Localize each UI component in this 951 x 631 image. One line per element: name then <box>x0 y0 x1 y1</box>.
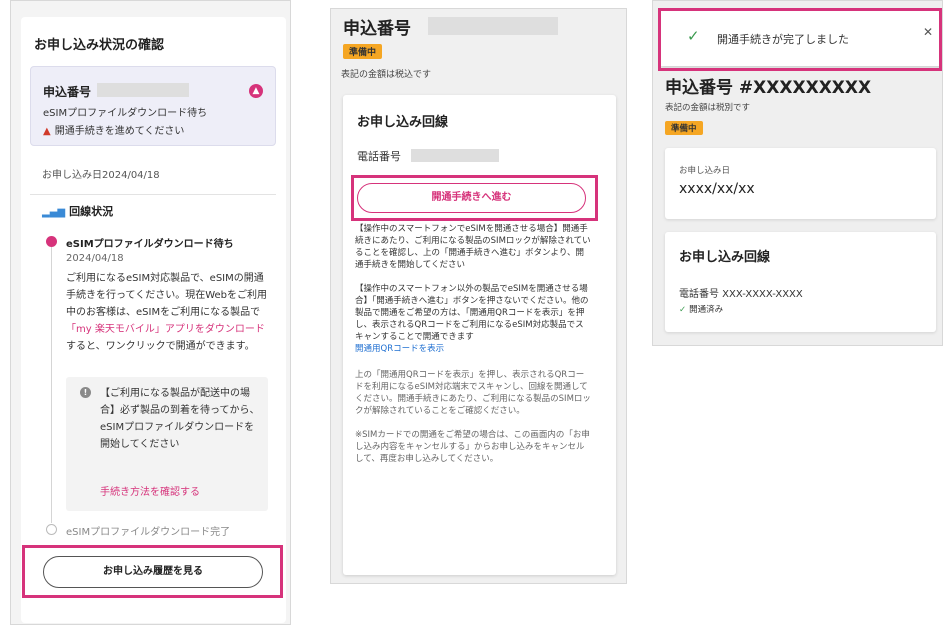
info-icon: ! <box>80 387 91 398</box>
activated-status: ✓ 開通済み <box>679 303 723 315</box>
signal-bars-icon: ▂▄▆ <box>42 207 66 218</box>
instruction-paragraph: 【操作中のスマートフォンでeSIMを開通させる場合】開通手続きにあたり、ご利用に… <box>355 224 591 270</box>
tax-note: 表記の金額は税込です <box>341 70 432 80</box>
timeline-dot-pending <box>46 524 57 535</box>
sim-card-note: ※SIMカードでの開通をご希望の場合は、この画面内の「お申し込み内容をキャンセル… <box>355 430 590 464</box>
show-qr-code-link[interactable]: 開通用QRコードを表示 <box>355 344 444 354</box>
application-number-label: 申込番号 <box>343 19 411 39</box>
instruction-paragraph-text: 【操作中のスマートフォン以外の製品でeSIMを開通させる場合】「開通手続きへ進む… <box>355 284 589 342</box>
card-title: お申し込み回線 <box>357 115 449 130</box>
date-label: お申し込み日 <box>679 166 731 176</box>
collapse-icon[interactable]: ▲ <box>249 84 263 98</box>
phone-label: 電話番号 <box>357 150 401 163</box>
qr-instruction-paragraph: 上の「開通用QRコードを表示」を押し、表示されるQRコードを利用になるeSIM対… <box>355 370 591 416</box>
check-procedure-link[interactable]: 手続き方法を確認する <box>100 483 200 498</box>
application-date-card: お申し込み日 xxxx/xx/xx <box>665 148 936 219</box>
status-badge: 準備中 <box>343 44 383 59</box>
line-status-heading: ▂▄▆ 回線状況 <box>42 203 113 219</box>
step-description-text-end: すると、ワンクリックで開通ができます。 <box>66 341 255 352</box>
application-number-redacted <box>97 83 189 97</box>
step-description-text: ご利用になるeSIM対応製品で、eSIMの開通手続きを行ってください。現在Web… <box>66 273 268 318</box>
step-title: eSIMプロファイルダウンロード待ち <box>66 239 234 250</box>
panel1-layer: お申し込み状況の確認 申込番号 ▲ eSIMプロファイルダウンロード待ち ▲ 開通… <box>0 0 300 631</box>
status-badge: 準備中 <box>665 121 703 135</box>
step-description: ご利用になるeSIM対応製品で、eSIMの開通手続きを行ってください。現在Web… <box>66 270 273 355</box>
application-date: お申し込み日2024/04/18 <box>42 170 160 181</box>
application-number-label: 申込番号 <box>43 85 92 99</box>
line-status-heading-text: 回線状況 <box>69 205 114 218</box>
highlight-frame <box>22 545 283 598</box>
timeline-line <box>51 247 52 523</box>
phone-redacted <box>411 149 499 162</box>
timeline-dot-active <box>46 236 57 247</box>
application-number-redacted <box>428 17 558 35</box>
download-app-link[interactable]: 「my 楽天モバイル」アプリをダウンロード <box>66 324 265 335</box>
check-icon: ✓ <box>679 305 687 315</box>
page-title: お申し込み状況の確認 <box>34 38 165 53</box>
step-date: 2024/04/18 <box>66 253 124 264</box>
tax-note: 表記の金額は税別です <box>665 103 751 113</box>
application-line-card: お申し込み回線 電話番号 開通手続きへ進む 【操作中のスマートフォンでeSIMを… <box>343 95 616 575</box>
application-number: 申込番号 #XXXXXXXXX <box>665 78 872 98</box>
application-status: eSIMプロファイルダウンロード待ち <box>43 108 208 119</box>
shipping-note-box: ! 【ご利用になる製品が配送中の場合】必ず製品の到着を待ってから、eSIMプロフ… <box>66 377 268 511</box>
warning-icon: ▲ <box>43 126 51 137</box>
activation-complete-panel: ✓ 開通手続きが完了しました ✕ 申込番号 #XXXXXXXXX 表記の金額は税… <box>652 0 943 346</box>
instruction-paragraph-other-device: 【操作中のスマートフォン以外の製品でeSIMを開通させる場合】「開通手続きへ進む… <box>355 283 591 355</box>
application-line-card: お申し込み回線 電話番号 XXX-XXXX-XXXX ✓ 開通済み <box>665 232 936 332</box>
activated-text: 開通済み <box>689 305 724 315</box>
divider <box>30 194 276 195</box>
shipping-note-text: 【ご利用になる製品が配送中の場合】必ず製品の到着を待ってから、eSIMプロファイ… <box>100 388 260 450</box>
application-line-panel: 申込番号 準備中 表記の金額は税込です お申し込み回線 電話番号 開通手続きへ進… <box>330 8 627 584</box>
step-title-pending: eSIMプロファイルダウンロード完了 <box>66 527 231 538</box>
warning-text: 開通手続きを進めてください <box>54 126 185 137</box>
activation-instructions: 【操作中のスマートフォンでeSIMを開通させる場合】開通手続きにあたり、ご利用に… <box>355 223 591 477</box>
highlight-frame <box>351 175 598 221</box>
highlight-frame <box>658 8 942 71</box>
date-value: xxxx/xx/xx <box>679 181 755 197</box>
warning-message: ▲ 開通手続きを進めてください <box>43 122 184 137</box>
card-title: お申し込み回線 <box>679 250 771 265</box>
application-summary-card[interactable]: 申込番号 ▲ eSIMプロファイルダウンロード待ち ▲ 開通手続きを進めてください <box>30 66 276 146</box>
phone-number: 電話番号 XXX-XXXX-XXXX <box>679 289 803 300</box>
